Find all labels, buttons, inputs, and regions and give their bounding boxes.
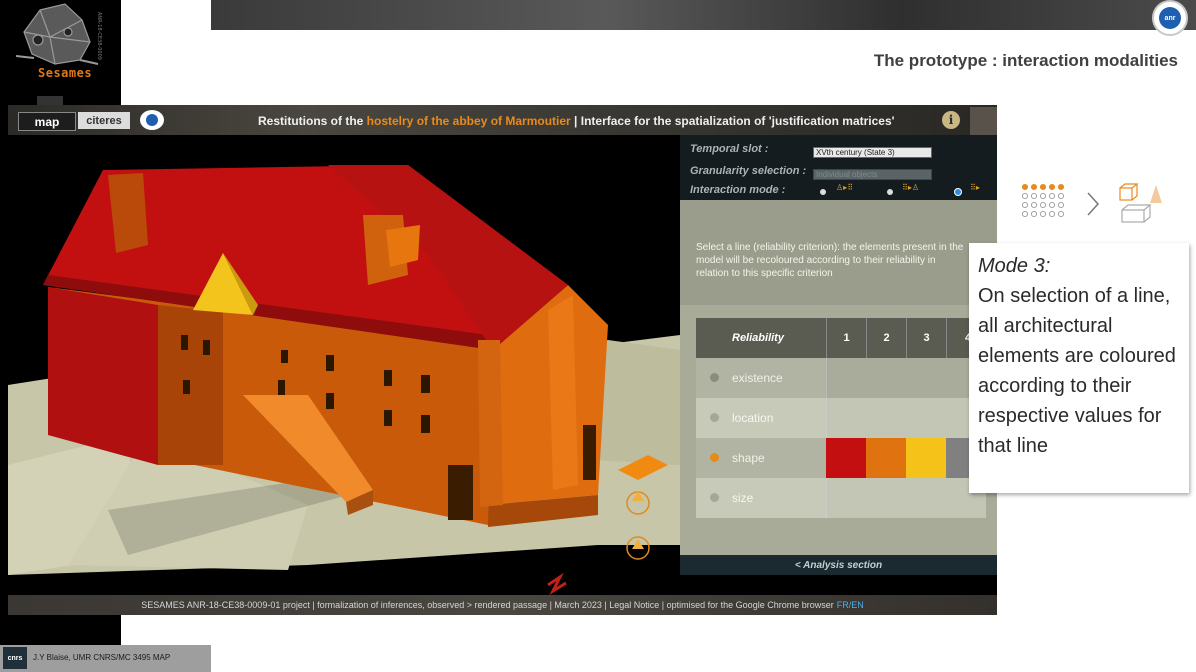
- grid-dot: [1057, 201, 1065, 209]
- row-select-dot[interactable]: [710, 413, 719, 422]
- row-label-location: location: [724, 398, 826, 438]
- info-icon[interactable]: i: [942, 111, 960, 129]
- temporal-slot-select[interactable]: XVth century (State 3): [813, 147, 932, 158]
- matrix-row-existence[interactable]: existence: [696, 358, 986, 398]
- analysis-section-toggle[interactable]: < Analysis section: [680, 555, 997, 575]
- app-footer: SESAMES ANR-18-CE38-0009-01 project | fo…: [8, 595, 997, 615]
- cube-icon: [1119, 183, 1139, 201]
- grid-dot: [1030, 183, 1038, 191]
- matrix-col-2: 2: [866, 318, 906, 358]
- grid-dot: [1030, 210, 1038, 218]
- app-title-highlight: hostelry of the abbey of Marmoutier: [366, 114, 571, 128]
- controls-panel: Temporal slot : XVth century (State 3) G…: [680, 135, 997, 200]
- language-link[interactable]: FR/EN: [837, 600, 864, 610]
- instruction-text: Select a line (reliability criterion): t…: [696, 242, 964, 279]
- grid-dot: [1048, 201, 1056, 209]
- matrix-col-3: 3: [906, 318, 946, 358]
- svg-text:ANR-18-CE38-0009: ANR-18-CE38-0009: [96, 12, 102, 60]
- row-select-dot[interactable]: [710, 493, 719, 502]
- header-thumbnail[interactable]: [970, 107, 997, 135]
- shape-cell-1: [826, 438, 866, 478]
- app-window: map citeres Restitutions of the hostelry…: [8, 105, 997, 615]
- granularity-label: Granularity selection :: [690, 165, 807, 177]
- grid-dot: [1048, 210, 1056, 218]
- app-title: Restitutions of the hostelry of the abbe…: [258, 114, 895, 128]
- grid-dot: [1021, 201, 1029, 209]
- mode-1-icon: ♙▸⠿: [836, 183, 854, 192]
- granularity-select[interactable]: Individual objects: [813, 169, 932, 180]
- grid-dot: [1039, 192, 1047, 200]
- app-title-prefix: Restitutions of the: [258, 114, 367, 128]
- temporal-slot-label: Temporal slot :: [690, 143, 769, 155]
- mode-3-icon: ⠿▸: [970, 183, 980, 192]
- mode-1-radio[interactable]: [820, 189, 826, 195]
- shape-cell-2: [866, 438, 906, 478]
- matrix-corner: [696, 318, 724, 358]
- row-label-existence: existence: [724, 358, 826, 398]
- citeres-logo: citeres: [78, 112, 130, 129]
- row-label-shape: shape: [724, 438, 826, 478]
- row-select-dot[interactable]: [710, 373, 719, 382]
- grid-dot: [1030, 192, 1038, 200]
- grid-dot: [1057, 192, 1065, 200]
- app-title-suffix: | Interface for the spatialization of 'j…: [570, 114, 895, 128]
- chevron-right-icon: [1087, 192, 1100, 216]
- grid-dot: [1048, 183, 1056, 191]
- mode-2-icon: ⠿▸♙: [902, 183, 920, 192]
- grid-dot: [1021, 192, 1029, 200]
- mode-3-radio[interactable]: [955, 189, 961, 195]
- shape-cell-3: [906, 438, 946, 478]
- cnrs-logo: cnrs: [3, 647, 27, 669]
- matrix-header-row: Reliability 1 2 3 4: [696, 318, 986, 358]
- grid-dot: [1048, 192, 1056, 200]
- grid-dot: [1021, 210, 1029, 218]
- map-logo: map: [18, 112, 76, 131]
- mode-3-diagram: [1021, 183, 1172, 228]
- footer-text: SESAMES ANR-18-CE38-0009-01 project | fo…: [141, 600, 834, 610]
- grid-dot: [1057, 183, 1065, 191]
- grid-dot: [1039, 183, 1047, 191]
- app-header: map citeres Restitutions of the hostelry…: [8, 105, 997, 135]
- interaction-mode-label: Interaction mode :: [690, 184, 786, 196]
- slide-title: The prototype : interaction modalities: [873, 51, 1178, 70]
- row-cells: [826, 398, 986, 438]
- row-select-dot-active[interactable]: [710, 453, 719, 462]
- anr-small-logo: [140, 110, 164, 130]
- grid-dot: [1021, 183, 1029, 191]
- anr-logo-text: anr: [1159, 7, 1181, 29]
- callout-title: Mode 3:: [978, 255, 1051, 277]
- mode-3-callout: Mode 3: On selection of a line, all arch…: [969, 243, 1189, 493]
- analysis-panel: Select a line (reliability criterion): t…: [680, 200, 997, 555]
- grid-dot: [1039, 210, 1047, 218]
- grid-dot: [1030, 201, 1038, 209]
- sesames-wordmark: Sesames: [38, 66, 93, 80]
- matrix-col-1: 1: [826, 318, 866, 358]
- matrix-row-shape[interactable]: shape: [696, 438, 986, 478]
- grid-dot: [1039, 201, 1047, 209]
- footer-credit: cnrs J.Y Blaise, UMR CNRS/MC 3495 MAP: [0, 645, 211, 672]
- row-cells: [826, 478, 986, 518]
- nav-back-button[interactable]: [37, 96, 63, 105]
- top-banner: [211, 0, 1196, 30]
- callout-body: On selection of a line, all architectura…: [978, 285, 1176, 457]
- matrix-row-location[interactable]: location: [696, 398, 986, 438]
- anr-logo: anr: [1152, 0, 1188, 36]
- justification-matrix: Reliability 1 2 3 4 existence location s…: [696, 318, 986, 518]
- matrix-header-label: Reliability: [724, 318, 826, 358]
- box-gray-icon: [1121, 204, 1152, 223]
- matrix-row-size[interactable]: size: [696, 478, 986, 518]
- grid-dot: [1057, 210, 1065, 218]
- row-cells: [826, 358, 986, 398]
- 3d-viewport[interactable]: [8, 135, 680, 596]
- credit-text: J.Y Blaise, UMR CNRS/MC 3495 MAP: [33, 653, 171, 662]
- row-label-size: size: [724, 478, 826, 518]
- mode-2-radio[interactable]: [887, 189, 893, 195]
- cone-icon: [1150, 185, 1162, 203]
